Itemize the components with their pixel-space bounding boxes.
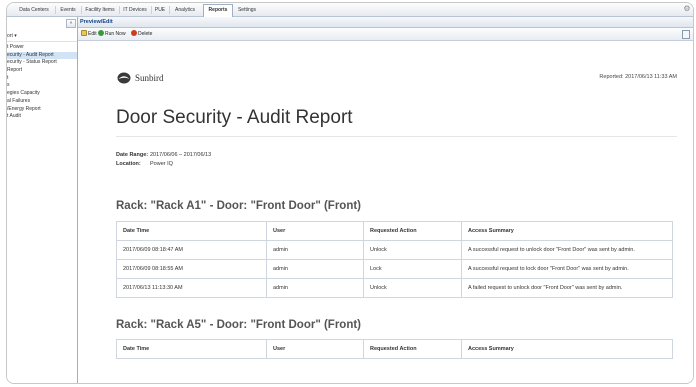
column-header: User	[266, 221, 364, 241]
report-list-item[interactable]: ecurity - Status Report	[7, 59, 77, 67]
run-now-label: Run Now	[105, 31, 126, 37]
cell-summary: A successful request to unlock door "Fro…	[461, 240, 673, 260]
tab-reports[interactable]: Reports	[203, 4, 233, 17]
panel-title: Preview/Edit	[78, 17, 693, 28]
sunbird-logo-icon	[117, 72, 131, 84]
column-header: Date Time	[116, 339, 267, 359]
report-list-item[interactable]: Report	[7, 67, 77, 75]
column-header: Requested Action	[363, 339, 462, 359]
settings-gear-icon[interactable]: ⚙	[683, 5, 691, 13]
report-list-item[interactable]: t Audit	[7, 113, 77, 121]
tab-settings[interactable]: Settings	[235, 5, 259, 16]
edit-button[interactable]: Edit	[81, 30, 97, 38]
location-value: Power IQ	[150, 161, 173, 167]
date-range: Date Range: 2017/06/06 – 2017/06/13	[116, 152, 211, 158]
run-now-button[interactable]: Run Now	[98, 30, 126, 38]
table-header-row: Date Time User Requested Action Access S…	[116, 221, 673, 241]
preview-edit-pane: Preview/Edit Edit Run Now Delete Sunbird…	[78, 17, 693, 383]
tab-divider	[55, 6, 56, 14]
report-list-item[interactable]: al Failures	[7, 98, 77, 106]
table-header-row: Date Time User Requested Action Access S…	[116, 339, 673, 359]
cell-date-time: 2017/06/09 08:18:47 AM	[116, 240, 267, 260]
cell-summary: A failed request to unlock door "Front D…	[461, 278, 673, 298]
delete-button[interactable]: Delete	[131, 30, 152, 38]
logo-text: Sunbird	[135, 73, 164, 83]
report-list-item[interactable]: t Power	[7, 44, 77, 52]
tab-divider	[169, 6, 170, 14]
cell-user: admin	[266, 240, 364, 260]
location: Location: Power IQ	[116, 161, 173, 167]
report-type-dropdown[interactable]: ort ▾	[7, 32, 77, 42]
column-header: User	[266, 339, 364, 359]
tab-divider	[81, 6, 82, 14]
export-icon[interactable]	[682, 30, 690, 39]
tab-analytics[interactable]: Analytics	[171, 5, 199, 16]
table-row: 2017/06/09 08:18:47 AM admin Unlock A su…	[116, 240, 673, 260]
report-list-item-selected[interactable]: ecurity - Audit Report	[7, 51, 77, 60]
app-window: Data Centers Events Facility Items IT De…	[6, 2, 694, 384]
rack-section-heading: Rack: "Rack A1" - Door: "Front Door" (Fr…	[116, 200, 361, 212]
edit-pencil-icon	[81, 30, 87, 36]
date-range-value: 2017/06/06 – 2017/06/13	[150, 152, 212, 158]
audit-table: Date Time User Requested Action Access S…	[116, 339, 673, 359]
tab-events[interactable]: Events	[57, 5, 79, 16]
main-tab-bar: Data Centers Events Facility Items IT De…	[7, 3, 693, 17]
report-title: Door Security - Audit Report	[116, 107, 353, 128]
report-list-item[interactable]: t	[7, 75, 77, 83]
column-header: Access Summary	[461, 221, 673, 241]
column-header: Access Summary	[461, 339, 673, 359]
report-list-item[interactable]: egies Capacity	[7, 90, 77, 98]
audit-table: Date Time User Requested Action Access S…	[116, 221, 673, 298]
cell-summary: A successful request to lock door "Front…	[461, 259, 673, 279]
tab-it-devices[interactable]: IT Devices	[121, 5, 149, 16]
tab-divider	[119, 6, 120, 14]
delete-label: Delete	[138, 31, 153, 37]
rack-section-heading: Rack: "Rack A5" - Door: "Front Door" (Fr…	[116, 319, 361, 331]
tab-divider	[151, 6, 152, 14]
reported-timestamp: Reported: 2017/06/13 11:33 AM	[599, 74, 677, 80]
cell-date-time: 2017/06/09 08:18:55 AM	[116, 259, 267, 279]
tab-pue[interactable]: PUE	[153, 5, 167, 16]
column-header: Requested Action	[363, 221, 462, 241]
cell-user: admin	[266, 259, 364, 279]
run-play-icon	[98, 30, 104, 36]
cell-action: Lock	[363, 259, 462, 279]
report-list-item[interactable]: s	[7, 82, 77, 90]
cell-action: Unlock	[363, 278, 462, 298]
reports-list-pane: « ort ▾ t Power ecurity - Audit Report e…	[7, 17, 78, 383]
table-row: 2017/06/13 11:13:30 AM admin Unlock A fa…	[116, 278, 673, 298]
title-divider	[116, 136, 677, 137]
report-preview: Sunbird Reported: 2017/06/13 11:33 AM Do…	[78, 41, 693, 383]
column-header: Date Time	[116, 221, 267, 241]
table-row: 2017/06/09 08:18:55 AM admin Lock A succ…	[116, 259, 673, 279]
delete-icon	[131, 30, 137, 36]
edit-label: Edit	[88, 31, 97, 37]
tab-data-centers[interactable]: Data Centers	[15, 5, 53, 16]
report-list-item[interactable]: /Energy Report	[7, 106, 77, 114]
collapse-pane-button[interactable]: «	[66, 19, 76, 28]
report-toolbar: Edit Run Now Delete	[78, 28, 693, 41]
tab-facility-items[interactable]: Facility Items	[83, 5, 117, 16]
location-label: Location:	[116, 161, 141, 167]
cell-user: admin	[266, 278, 364, 298]
date-range-label: Date Range:	[116, 152, 149, 158]
cell-date-time: 2017/06/13 11:13:30 AM	[116, 278, 267, 298]
report-list: t Power ecurity - Audit Report ecurity -…	[7, 44, 77, 121]
cell-action: Unlock	[363, 240, 462, 260]
